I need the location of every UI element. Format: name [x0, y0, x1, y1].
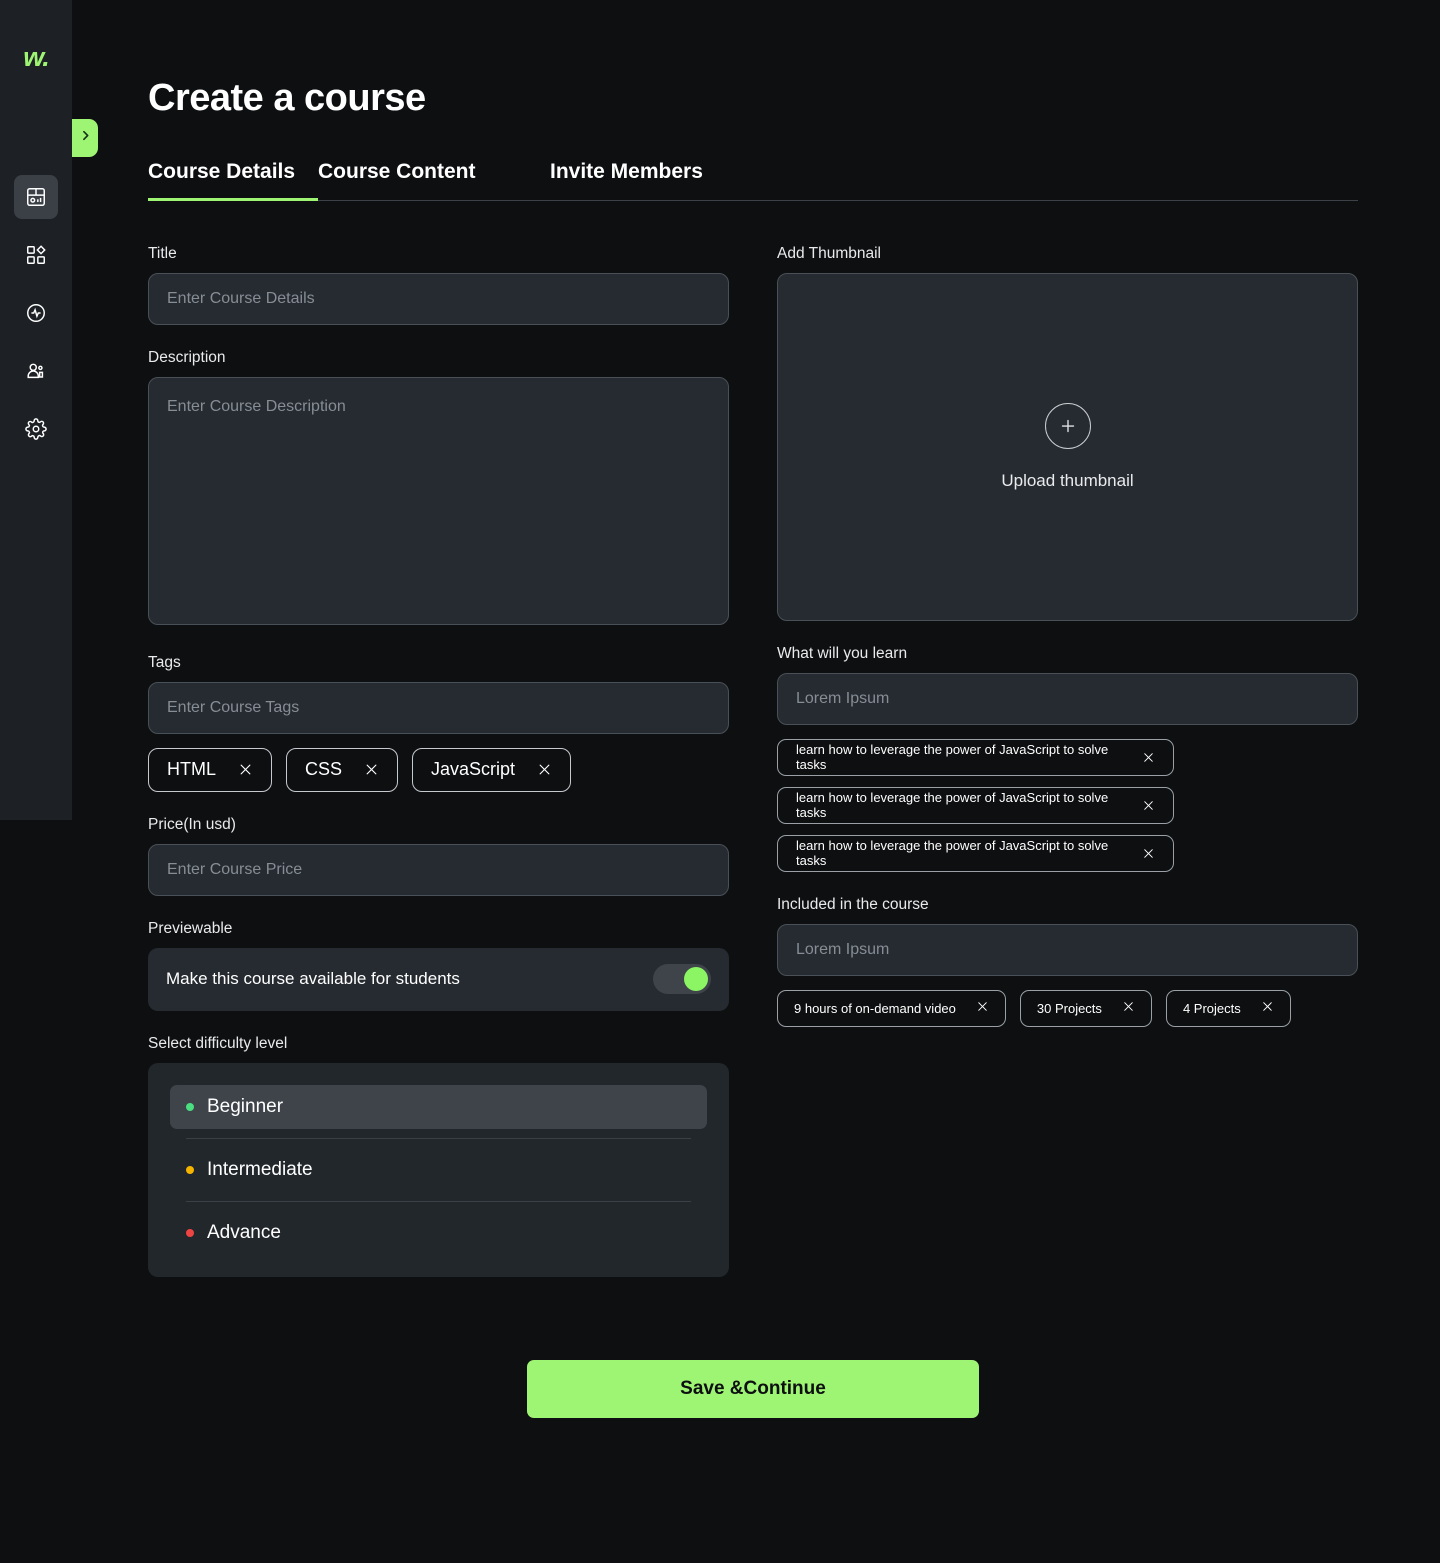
learn-item-label: learn how to leverage the power of JavaS… [796, 742, 1109, 773]
page-title: Create a course [148, 77, 426, 119]
users-icon [25, 360, 47, 382]
previewable-label: Previewable [148, 919, 233, 937]
difficulty-option-label: Intermediate [207, 1158, 313, 1180]
learn-label: What will you learn [777, 644, 908, 662]
learn-item-label: learn how to leverage the power of JavaS… [796, 838, 1109, 869]
included-chip[interactable]: 9 hours of on-demand video [777, 989, 1006, 1027]
close-icon[interactable] [1142, 799, 1155, 812]
sidebar-toggle-button[interactable] [72, 119, 98, 157]
tags-label: Tags [148, 653, 181, 671]
previewable-row-text: Make this course available for students [166, 969, 460, 989]
close-icon[interactable] [976, 1000, 989, 1016]
tags-field-block: Tags HTML CSS [148, 654, 729, 792]
sidebar: w. [0, 0, 72, 820]
sidebar-item-activity[interactable] [14, 291, 58, 335]
previewable-field-block: Previewable Make this course available f… [148, 920, 729, 1011]
difficulty-option-label: Beginner [207, 1095, 284, 1117]
close-icon[interactable] [238, 762, 253, 777]
learn-list-item[interactable]: learn how to leverage the power of JavaS… [777, 786, 1174, 824]
learn-field-block: What will you learn learn how to leverag… [777, 645, 1358, 872]
included-chip-label: 30 Projects [1036, 1000, 1102, 1016]
included-input[interactable] [777, 923, 1358, 976]
course-tags-input[interactable] [148, 681, 729, 734]
title-label: Title [148, 244, 177, 262]
tag-chip-label: HTML [167, 759, 216, 780]
learn-input[interactable] [777, 672, 1358, 725]
difficulty-option-advance[interactable]: Advance [170, 1211, 707, 1255]
close-icon[interactable] [1142, 751, 1155, 764]
sidebar-nav [14, 175, 58, 451]
sidebar-item-settings[interactable] [14, 407, 58, 451]
divider [186, 1200, 691, 1202]
dashboard-icon [25, 186, 47, 208]
difficulty-list: Beginner Intermediate Advance [148, 1062, 729, 1277]
app-logo[interactable]: w. [23, 44, 49, 71]
learn-list-item[interactable]: learn how to leverage the power of JavaS… [777, 738, 1174, 776]
tag-chip-label: CSS [305, 759, 343, 780]
settings-gear-icon [25, 418, 47, 440]
apps-grid-icon [25, 244, 47, 266]
sidebar-item-users[interactable] [14, 349, 58, 393]
tag-chip[interactable]: JavaScript [412, 747, 572, 792]
description-label: Description [148, 348, 226, 366]
included-label: Included in the course [777, 895, 929, 913]
difficulty-option-intermediate[interactable]: Intermediate [170, 1148, 707, 1192]
learn-item-list: learn how to leverage the power of JavaS… [777, 738, 1358, 872]
difficulty-option-label: Advance [207, 1221, 281, 1243]
tag-chip-list: HTML CSS JavaScript [148, 747, 729, 792]
previewable-toggle[interactable] [653, 964, 711, 995]
tab-bar: Course Details Course Content Invite Mem… [148, 160, 1358, 201]
difficulty-option-beginner[interactable]: Beginner [170, 1084, 707, 1129]
included-chip-label: 4 Projects [1182, 1000, 1241, 1016]
course-title-input[interactable] [148, 272, 729, 325]
included-chip-list: 9 hours of on-demand video 30 Projects 4… [777, 989, 1358, 1027]
close-icon[interactable] [537, 762, 552, 777]
description-field-block: Description [148, 349, 729, 630]
thumbnail-label: Add Thumbnail [777, 244, 881, 262]
title-field-block: Title [148, 245, 729, 325]
left-column: Title Description Tags HTML [148, 245, 729, 1301]
tab-course-content[interactable]: Course Content [318, 160, 550, 200]
tab-invite-members[interactable]: Invite Members [550, 160, 703, 200]
plus-icon[interactable] [1044, 402, 1091, 449]
footer-actions: Save &Continue [148, 1360, 1358, 1418]
status-dot-amber [186, 1165, 194, 1174]
tag-chip[interactable]: HTML [148, 747, 272, 792]
sidebar-item-dashboard[interactable] [14, 175, 58, 219]
chevron-right-icon [79, 129, 92, 147]
price-label: Price(In usd) [148, 815, 236, 833]
tag-chip-label: JavaScript [431, 759, 516, 780]
tab-course-details[interactable]: Course Details [148, 160, 318, 201]
status-dot-red [186, 1228, 194, 1237]
learn-item-label: learn how to leverage the power of JavaS… [796, 790, 1109, 821]
close-icon[interactable] [1122, 1000, 1135, 1016]
status-dot-green [186, 1102, 194, 1111]
divider [186, 1137, 691, 1139]
price-field-block: Price(In usd) [148, 816, 729, 896]
tag-chip[interactable]: CSS [286, 747, 399, 792]
included-chip-label: 9 hours of on-demand video [794, 1000, 956, 1016]
thumbnail-field-block: Add Thumbnail Upload thumbnail [777, 245, 1358, 621]
included-chip[interactable]: 4 Projects [1165, 989, 1291, 1027]
close-icon[interactable] [1261, 1000, 1274, 1016]
thumbnail-dropzone[interactable]: Upload thumbnail [777, 272, 1358, 621]
main-content: Create a course Course Details Course Co… [148, 0, 1358, 1301]
save-and-continue-button[interactable]: Save &Continue [527, 1360, 979, 1418]
included-field-block: Included in the course 9 hours of on-dem… [777, 896, 1358, 1027]
course-price-input[interactable] [148, 843, 729, 896]
difficulty-label: Select difficulty level [148, 1034, 288, 1052]
activity-pulse-icon [25, 302, 47, 324]
sidebar-item-apps[interactable] [14, 233, 58, 277]
close-icon[interactable] [1142, 847, 1155, 860]
upload-thumbnail-label: Upload thumbnail [1001, 470, 1134, 490]
included-chip[interactable]: 30 Projects [1019, 989, 1152, 1027]
difficulty-field-block: Select difficulty level Beginner Interme… [148, 1035, 729, 1277]
close-icon[interactable] [364, 762, 379, 777]
learn-list-item[interactable]: learn how to leverage the power of JavaS… [777, 834, 1174, 872]
right-column: Add Thumbnail Upload thumbnail What will… [777, 245, 1358, 1301]
toggle-knob [684, 967, 708, 992]
form-columns: Title Description Tags HTML [148, 245, 1358, 1301]
course-description-textarea[interactable] [148, 376, 729, 625]
previewable-row: Make this course available for students [148, 947, 729, 1011]
